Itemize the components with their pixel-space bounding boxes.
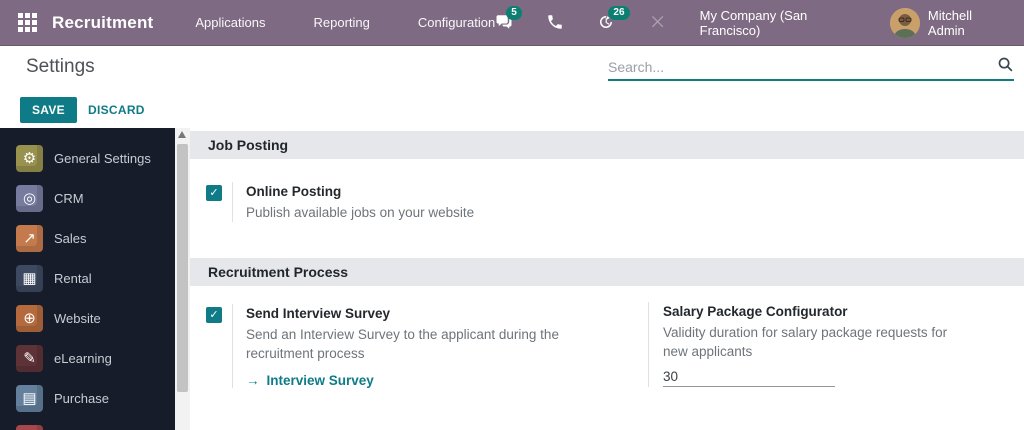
scrollbar-up-arrow-icon[interactable] bbox=[178, 131, 186, 138]
sidebar-item-purchase[interactable]: ▤ Purchase bbox=[0, 378, 175, 418]
save-button[interactable]: SAVE bbox=[20, 97, 77, 123]
setting-online-posting: ✓ Online Posting Publish available jobs … bbox=[206, 182, 566, 222]
salary-package-description: Validity duration for salary package req… bbox=[663, 325, 948, 359]
divider bbox=[232, 182, 233, 222]
send-interview-survey-label[interactable]: Send Interview Survey bbox=[246, 304, 594, 323]
navbar-right: 5 26 My Company (San Francisco) Mitchell… bbox=[495, 5, 1024, 38]
activities-badge: 26 bbox=[608, 5, 630, 20]
setting-salary-package-configurator: Salary Package Configurator Validity dur… bbox=[648, 302, 1018, 387]
sidebar-item-general-settings[interactable]: ⚙ General Settings bbox=[0, 138, 175, 178]
sidebar-item-crm[interactable]: ◎ CRM bbox=[0, 178, 175, 218]
general-settings-icon: ⚙ bbox=[16, 144, 43, 172]
menu-applications[interactable]: Applications bbox=[195, 15, 265, 30]
sidebar-item-website[interactable]: ⊕ Website bbox=[0, 298, 175, 338]
crm-icon: ◎ bbox=[16, 184, 43, 212]
menu-configuration[interactable]: Configuration bbox=[418, 15, 495, 30]
rental-icon: ▦ bbox=[16, 264, 43, 292]
settings-content: Job Posting ✓ Online Posting Publish ava… bbox=[190, 128, 1024, 430]
phone-icon[interactable] bbox=[546, 13, 565, 33]
sidebar-item-rental[interactable]: ▦ Rental bbox=[0, 258, 175, 298]
sidebar-item-label: Purchase bbox=[54, 390, 109, 406]
interview-survey-link[interactable]: → Interview Survey bbox=[246, 373, 594, 388]
magnifier-icon[interactable] bbox=[997, 56, 1014, 78]
menu-reporting[interactable]: Reporting bbox=[314, 15, 370, 30]
purchase-icon: ▤ bbox=[16, 384, 43, 412]
activities-clock-icon[interactable]: 26 bbox=[597, 5, 630, 33]
online-posting-label[interactable]: Online Posting bbox=[246, 182, 566, 201]
search-bar bbox=[608, 54, 1014, 81]
settings-body: ⚙ General Settings ◎ CRM ↗ Sales ▦ Renta… bbox=[0, 128, 1024, 430]
sidebar-scrollbar[interactable] bbox=[175, 128, 190, 430]
sidebar-item-label: Website bbox=[54, 310, 101, 326]
divider bbox=[232, 304, 233, 388]
user-menu[interactable]: Mitchell Admin bbox=[928, 8, 1008, 38]
sidebar-item-label: CRM bbox=[54, 190, 84, 206]
sidebar-item-label: Rental bbox=[54, 270, 92, 286]
sidebar-item-elearning[interactable]: ✎ eLearning bbox=[0, 338, 175, 378]
salary-package-label: Salary Package Configurator bbox=[663, 304, 848, 319]
top-navbar: Recruitment Applications Reporting Confi… bbox=[0, 0, 1024, 46]
inventory-icon: ◫ bbox=[16, 424, 43, 430]
online-posting-description: Publish available jobs on your website bbox=[246, 205, 475, 220]
section-header-job-posting: Job Posting bbox=[190, 131, 1024, 159]
app-title[interactable]: Recruitment bbox=[52, 13, 153, 33]
interview-survey-link-label: Interview Survey bbox=[266, 373, 374, 388]
user-avatar[interactable] bbox=[889, 7, 920, 38]
online-posting-checkbox[interactable]: ✓ bbox=[206, 185, 222, 201]
messages-badge: 5 bbox=[506, 5, 522, 20]
scrollbar-thumb[interactable] bbox=[177, 144, 188, 392]
section-header-recruitment-process: Recruitment Process bbox=[190, 258, 1024, 286]
main-menu: Applications Reporting Configuration bbox=[195, 15, 495, 30]
sidebar-item-label: eLearning bbox=[54, 350, 112, 366]
apps-grid-icon[interactable] bbox=[18, 13, 37, 32]
setting-send-interview-survey: ✓ Send Interview Survey Send an Intervie… bbox=[206, 304, 636, 388]
sidebar-item-label: Sales bbox=[54, 230, 87, 246]
page-title: Settings bbox=[26, 56, 95, 77]
search-input[interactable] bbox=[608, 58, 997, 75]
sidebar-item-inventory[interactable]: ◫ Inventory bbox=[0, 418, 175, 430]
company-switcher[interactable]: My Company (San Francisco) bbox=[700, 8, 864, 38]
tools-icon[interactable] bbox=[649, 13, 668, 33]
sidebar-item-sales[interactable]: ↗ Sales bbox=[0, 218, 175, 258]
discard-button[interactable]: DISCARD bbox=[80, 97, 153, 123]
messages-icon[interactable]: 5 bbox=[495, 5, 522, 33]
elearning-icon: ✎ bbox=[16, 344, 43, 372]
send-interview-survey-checkbox[interactable]: ✓ bbox=[206, 307, 222, 323]
website-icon: ⊕ bbox=[16, 304, 43, 332]
settings-sidebar: ⚙ General Settings ◎ CRM ↗ Sales ▦ Renta… bbox=[0, 128, 175, 430]
sidebar-item-label: General Settings bbox=[54, 150, 151, 166]
send-interview-survey-description: Send an Interview Survey to the applican… bbox=[246, 327, 559, 361]
arrow-right-icon: → bbox=[246, 373, 260, 388]
salary-package-validity-input[interactable] bbox=[663, 367, 835, 387]
sales-icon: ↗ bbox=[16, 224, 43, 252]
